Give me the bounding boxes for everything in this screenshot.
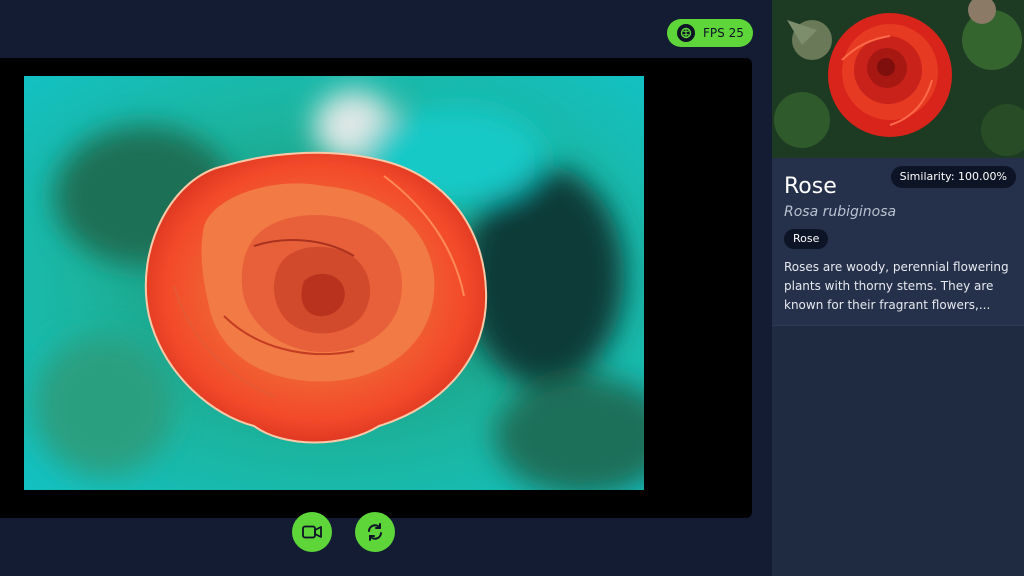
fps-label: FPS 25 [703, 26, 744, 40]
refresh-icon [368, 523, 382, 541]
fps-badge: FPS 25 [667, 19, 753, 47]
description: Roses are woody, perennial flowering pla… [784, 260, 1009, 312]
result-card: Similarity: 100.00% Rose Rosa rubiginosa… [772, 158, 1024, 326]
similarity-badge: Similarity: 100.00% [890, 166, 1016, 188]
camera-feed-image [24, 76, 644, 490]
camera-toggle-button[interactable] [292, 512, 332, 552]
common-name: Rose [784, 174, 837, 199]
camera-area: FPS 25 [0, 0, 772, 576]
switch-camera-button[interactable] [355, 512, 395, 552]
category-tag[interactable]: Rose [784, 229, 829, 249]
video-camera-icon [302, 525, 322, 539]
scientific-name: Rosa rubiginosa [784, 204, 897, 220]
brain-icon [677, 24, 695, 42]
results-panel: Similarity: 100.00% Rose Rosa rubiginosa… [772, 0, 1024, 576]
camera-viewport [0, 58, 752, 518]
reference-photo [772, 0, 1024, 158]
